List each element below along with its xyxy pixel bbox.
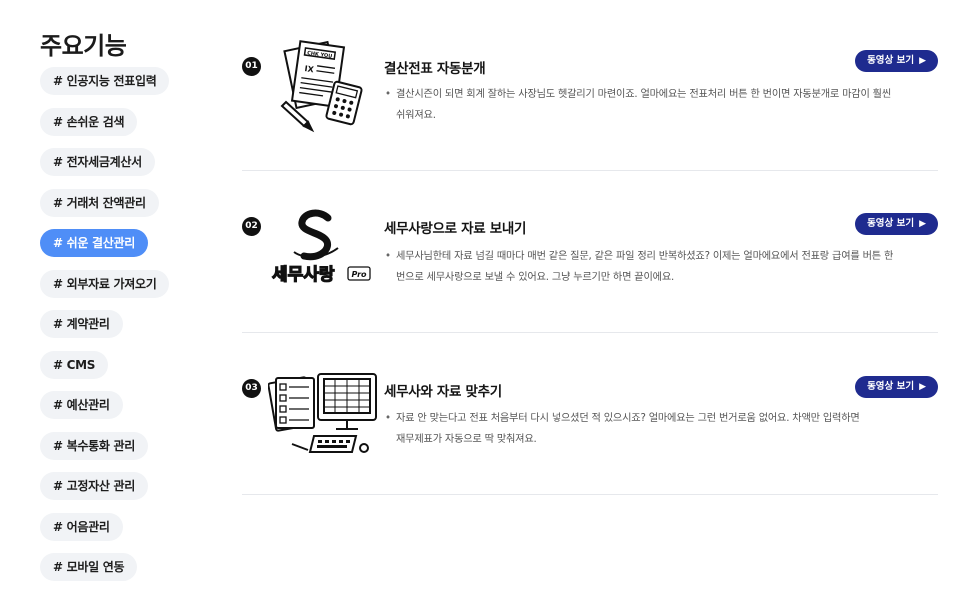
tag-budget[interactable]: # 예산관리 <box>40 391 123 419</box>
feature-card-3: 03 세무사와 자료 맞추기 동영상 보기 ▶ • 자료 안 맞는다고 전표 처… <box>242 332 938 495</box>
play-icon: ▶ <box>919 56 926 66</box>
feature-tag-list: # 인공지능 전표입력 # 손쉬운 검색 # 전자세금계산서 # 거래처 잔액관… <box>40 67 170 594</box>
feature-description: • 결산시즌이 되면 회계 잘하는 사장님도 헷갈리기 마련이죠. 얼마에요는 … <box>385 84 931 126</box>
video-button[interactable]: 동영상 보기 ▶ <box>855 213 938 235</box>
tag-easy-search[interactable]: # 손쉬운 검색 <box>40 107 138 136</box>
feature-number: 02 <box>242 217 261 236</box>
feature-card-2: 02 세무사랑 Pro 세무사랑으로 자료 보내기 동영상 보기 ▶ • 세무사님… <box>242 170 938 333</box>
play-icon: ▶ <box>919 382 926 392</box>
video-button-label: 동영상 보기 <box>867 381 915 392</box>
tag-client-balance[interactable]: # 거래처 잔액관리 <box>40 188 159 217</box>
feature-title: 결산전표 자동분개 <box>384 61 486 77</box>
tag-multi-currency[interactable]: # 복수통화 관리 <box>40 431 148 460</box>
play-icon: ▶ <box>919 219 926 229</box>
feature-card-1: 01 CHK YOU IX 결산전표 자동분개 동영상 보기 ▶ • 결산시즌이… <box>242 8 938 171</box>
tag-e-tax-invoice[interactable]: # 전자세금계산서 <box>40 148 155 176</box>
description-line-1: 결산시즌이 되면 회계 잘하는 사장님도 헷갈리기 마련이죠. 얼마에요는 전표… <box>396 89 892 100</box>
video-button[interactable]: 동영상 보기 ▶ <box>855 376 938 398</box>
bullet-icon: • <box>385 251 391 262</box>
description-line-2: 쉬워져요. <box>396 110 436 121</box>
video-button-label: 동영상 보기 <box>867 218 915 229</box>
description-line-2: 번으로 세무사랑으로 보낼 수 있어요. 그냥 누르기만 하면 끝이에요. <box>396 272 675 283</box>
tag-ai-voucher-entry[interactable]: # 인공지능 전표입력 <box>40 67 170 95</box>
section-title: 주요기능 <box>40 32 127 60</box>
description-line-1: 세무사님한테 자료 넘길 때마다 매번 같은 질문, 같은 파일 정리 반복하셨… <box>396 251 894 262</box>
computer-documents-icon <box>268 373 377 453</box>
tag-external-import[interactable]: # 외부자료 가져오기 <box>40 269 170 298</box>
bullet-icon: • <box>385 89 391 100</box>
tag-contract[interactable]: # 계약관리 <box>40 310 123 338</box>
feature-number: 01 <box>242 57 261 76</box>
tag-bills[interactable]: # 어음관리 <box>40 512 123 541</box>
feature-number: 03 <box>242 379 261 398</box>
accounting-document-calculator-icon: CHK YOU IX <box>280 40 363 133</box>
feature-title: 세무사랑으로 자료 보내기 <box>384 221 527 237</box>
logo-text: 세무사랑 <box>272 265 335 285</box>
bullet-icon: • <box>385 413 391 424</box>
feature-description: • 세무사님한테 자료 넘길 때마다 매번 같은 질문, 같은 파일 정리 반복… <box>385 246 931 288</box>
logo-suffix: Pro <box>351 270 367 279</box>
description-line-1: 자료 안 맞는다고 전표 처음부터 다시 넣으셨던 적 있으시죠? 얼마에요는 … <box>396 413 860 424</box>
feature-title: 세무사와 자료 맞추기 <box>384 384 502 400</box>
feature-description: • 자료 안 맞는다고 전표 처음부터 다시 넣으셨던 적 있으시죠? 얼마에요… <box>385 408 931 450</box>
tag-cms[interactable]: # CMS <box>40 350 109 379</box>
tag-easy-closing[interactable]: # 쉬운 결산관리 <box>40 229 148 257</box>
description-line-2: 재무제표가 자동으로 딱 맞춰져요. <box>396 434 537 445</box>
tag-fixed-assets[interactable]: # 고정자산 관리 <box>40 472 148 500</box>
semusarang-logo-icon: 세무사랑 Pro <box>271 209 371 286</box>
video-button[interactable]: 동영상 보기 ▶ <box>855 50 938 72</box>
video-button-label: 동영상 보기 <box>867 55 915 66</box>
tag-mobile-link[interactable]: # 모바일 연동 <box>40 553 138 581</box>
